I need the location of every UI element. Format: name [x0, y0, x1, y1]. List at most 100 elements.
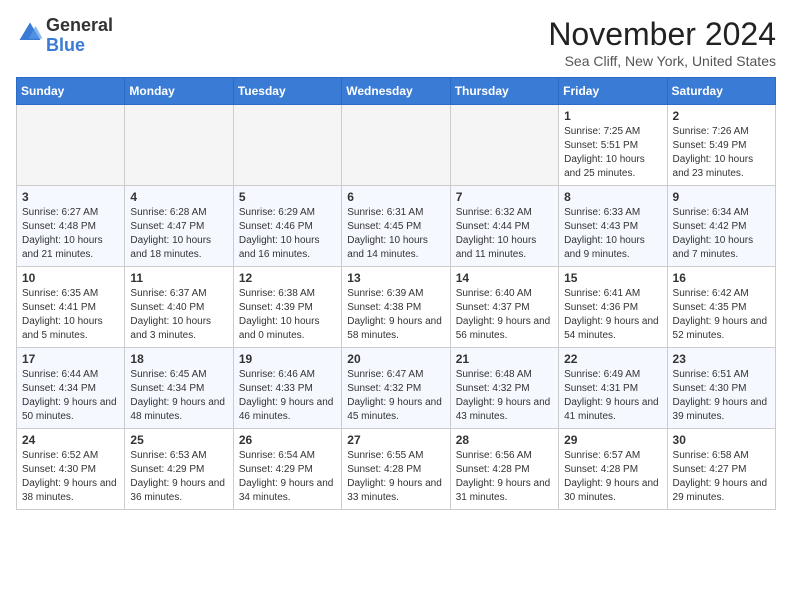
day-info: Sunrise: 6:37 AM Sunset: 4:40 PM Dayligh… [130, 287, 227, 343]
day-cell-28: 28 Sunrise: 6:56 AM Sunset: 4:28 PM Dayli… [450, 429, 558, 510]
day-info: Sunrise: 6:27 AM Sunset: 4:48 PM Dayligh… [22, 206, 119, 262]
day-number: 25 [130, 433, 227, 447]
day-info: Sunrise: 7:26 AM Sunset: 5:49 PM Dayligh… [673, 125, 770, 181]
week-row-3: 10 Sunrise: 6:35 AM Sunset: 4:41 PM Dayli… [17, 267, 776, 348]
day-info: Sunrise: 6:34 AM Sunset: 4:42 PM Dayligh… [673, 206, 770, 262]
col-header-tuesday: Tuesday [233, 78, 341, 105]
day-number: 7 [456, 190, 553, 204]
day-info: Sunrise: 6:40 AM Sunset: 4:37 PM Dayligh… [456, 287, 553, 343]
day-number: 10 [22, 271, 119, 285]
day-number: 4 [130, 190, 227, 204]
day-number: 9 [673, 190, 770, 204]
day-cell-3: 3 Sunrise: 6:27 AM Sunset: 4:48 PM Daylig… [17, 186, 125, 267]
day-info: Sunrise: 6:47 AM Sunset: 4:32 PM Dayligh… [347, 368, 444, 424]
day-info: Sunrise: 6:35 AM Sunset: 4:41 PM Dayligh… [22, 287, 119, 343]
day-cell-17: 17 Sunrise: 6:44 AM Sunset: 4:34 PM Dayli… [17, 348, 125, 429]
day-info: Sunrise: 6:39 AM Sunset: 4:38 PM Dayligh… [347, 287, 444, 343]
day-number: 16 [673, 271, 770, 285]
day-cell-21: 21 Sunrise: 6:48 AM Sunset: 4:32 PM Dayli… [450, 348, 558, 429]
day-cell-27: 27Sunrise: 6:55 AM Sunset: 4:28 PM Dayli… [342, 429, 450, 510]
day-info: Sunrise: 6:57 AM Sunset: 4:28 PM Dayligh… [564, 449, 661, 505]
day-cell-18: 18 Sunrise: 6:45 AM Sunset: 4:34 PM Dayli… [125, 348, 233, 429]
col-header-monday: Monday [125, 78, 233, 105]
day-cell-empty-4 [450, 105, 558, 186]
day-info: Sunrise: 7:25 AM Sunset: 5:51 PM Dayligh… [564, 125, 661, 181]
col-header-friday: Friday [559, 78, 667, 105]
day-number: 17 [22, 352, 119, 366]
day-info: Sunrise: 6:48 AM Sunset: 4:32 PM Dayligh… [456, 368, 553, 424]
day-cell-empty-1 [125, 105, 233, 186]
day-cell-13: 13 Sunrise: 6:39 AM Sunset: 4:38 PM Dayli… [342, 267, 450, 348]
day-info: Sunrise: 6:54 AM Sunset: 4:29 PM Dayligh… [239, 449, 336, 505]
day-number: 26 [239, 433, 336, 447]
day-number: 11 [130, 271, 227, 285]
week-row-4: 17 Sunrise: 6:44 AM Sunset: 4:34 PM Dayli… [17, 348, 776, 429]
col-header-sunday: Sunday [17, 78, 125, 105]
day-number: 29 [564, 433, 661, 447]
day-info: Sunrise: 6:51 AM Sunset: 4:30 PM Dayligh… [673, 368, 770, 424]
day-number: 20 [347, 352, 444, 366]
day-info: Sunrise: 6:56 AM Sunset: 4:28 PM Dayligh… [456, 449, 553, 505]
day-info: Sunrise: 6:46 AM Sunset: 4:33 PM Dayligh… [239, 368, 336, 424]
day-info: Sunrise: 6:28 AM Sunset: 4:47 PM Dayligh… [130, 206, 227, 262]
day-cell-6: 6 Sunrise: 6:31 AM Sunset: 4:45 PM Daylig… [342, 186, 450, 267]
day-info: Sunrise: 6:41 AM Sunset: 4:36 PM Dayligh… [564, 287, 661, 343]
day-cell-1: 1 Sunrise: 7:25 AM Sunset: 5:51 PM Daylig… [559, 105, 667, 186]
day-cell-26: 26 Sunrise: 6:54 AM Sunset: 4:29 PM Dayli… [233, 429, 341, 510]
day-cell-23: 23 Sunrise: 6:51 AM Sunset: 4:30 PM Dayli… [667, 348, 775, 429]
day-number: 15 [564, 271, 661, 285]
page-header: General Blue November 2024 Sea Cliff, Ne… [16, 16, 776, 69]
day-info: Sunrise: 6:33 AM Sunset: 4:43 PM Dayligh… [564, 206, 661, 262]
day-cell-19: 19Sunrise: 6:46 AM Sunset: 4:33 PM Dayli… [233, 348, 341, 429]
day-info: Sunrise: 6:49 AM Sunset: 4:31 PM Dayligh… [564, 368, 661, 424]
day-cell-4: 4 Sunrise: 6:28 AM Sunset: 4:47 PM Daylig… [125, 186, 233, 267]
day-info: Sunrise: 6:42 AM Sunset: 4:35 PM Dayligh… [673, 287, 770, 343]
day-number: 3 [22, 190, 119, 204]
day-info: Sunrise: 6:58 AM Sunset: 4:27 PM Dayligh… [673, 449, 770, 505]
week-row-2: 3 Sunrise: 6:27 AM Sunset: 4:48 PM Daylig… [17, 186, 776, 267]
title-block: November 2024 Sea Cliff, New York, Unite… [548, 16, 776, 69]
col-header-saturday: Saturday [667, 78, 775, 105]
day-number: 14 [456, 271, 553, 285]
calendar-table: SundayMondayTuesdayWednesdayThursdayFrid… [16, 77, 776, 510]
day-cell-22: 22Sunrise: 6:49 AM Sunset: 4:31 PM Dayli… [559, 348, 667, 429]
day-info: Sunrise: 6:38 AM Sunset: 4:39 PM Dayligh… [239, 287, 336, 343]
day-number: 6 [347, 190, 444, 204]
day-number: 27 [347, 433, 444, 447]
day-cell-14: 14 Sunrise: 6:40 AM Sunset: 4:37 PM Dayli… [450, 267, 558, 348]
day-cell-12: 12Sunrise: 6:38 AM Sunset: 4:39 PM Dayli… [233, 267, 341, 348]
day-cell-11: 11 Sunrise: 6:37 AM Sunset: 4:40 PM Dayli… [125, 267, 233, 348]
day-number: 2 [673, 109, 770, 123]
day-cell-30: 30 Sunrise: 6:58 AM Sunset: 4:27 PM Dayli… [667, 429, 775, 510]
day-cell-15: 15 Sunrise: 6:41 AM Sunset: 4:36 PM Dayli… [559, 267, 667, 348]
header-row: SundayMondayTuesdayWednesdayThursdayFrid… [17, 78, 776, 105]
day-number: 8 [564, 190, 661, 204]
day-number: 24 [22, 433, 119, 447]
day-cell-empty-0 [17, 105, 125, 186]
day-cell-10: 10 Sunrise: 6:35 AM Sunset: 4:41 PM Dayli… [17, 267, 125, 348]
day-cell-29: 29 Sunrise: 6:57 AM Sunset: 4:28 PM Dayli… [559, 429, 667, 510]
day-cell-20: 20 Sunrise: 6:47 AM Sunset: 4:32 PM Dayli… [342, 348, 450, 429]
day-cell-9: 9 Sunrise: 6:34 AM Sunset: 4:42 PM Daylig… [667, 186, 775, 267]
day-info: Sunrise: 6:31 AM Sunset: 4:45 PM Dayligh… [347, 206, 444, 262]
day-number: 21 [456, 352, 553, 366]
logo-general-text: General [46, 15, 113, 35]
day-number: 13 [347, 271, 444, 285]
day-cell-empty-2 [233, 105, 341, 186]
day-info: Sunrise: 6:45 AM Sunset: 4:34 PM Dayligh… [130, 368, 227, 424]
day-number: 28 [456, 433, 553, 447]
day-info: Sunrise: 6:32 AM Sunset: 4:44 PM Dayligh… [456, 206, 553, 262]
day-cell-25: 25Sunrise: 6:53 AM Sunset: 4:29 PM Dayli… [125, 429, 233, 510]
day-number: 30 [673, 433, 770, 447]
day-number: 18 [130, 352, 227, 366]
month-title: November 2024 [548, 16, 776, 53]
day-cell-24: 24Sunrise: 6:52 AM Sunset: 4:30 PM Dayli… [17, 429, 125, 510]
week-row-5: 24Sunrise: 6:52 AM Sunset: 4:30 PM Dayli… [17, 429, 776, 510]
day-info: Sunrise: 6:44 AM Sunset: 4:34 PM Dayligh… [22, 368, 119, 424]
day-number: 23 [673, 352, 770, 366]
day-cell-2: 2 Sunrise: 7:26 AM Sunset: 5:49 PM Daylig… [667, 105, 775, 186]
day-number: 1 [564, 109, 661, 123]
logo: General Blue [16, 16, 113, 56]
day-cell-8: 8 Sunrise: 6:33 AM Sunset: 4:43 PM Daylig… [559, 186, 667, 267]
day-number: 5 [239, 190, 336, 204]
